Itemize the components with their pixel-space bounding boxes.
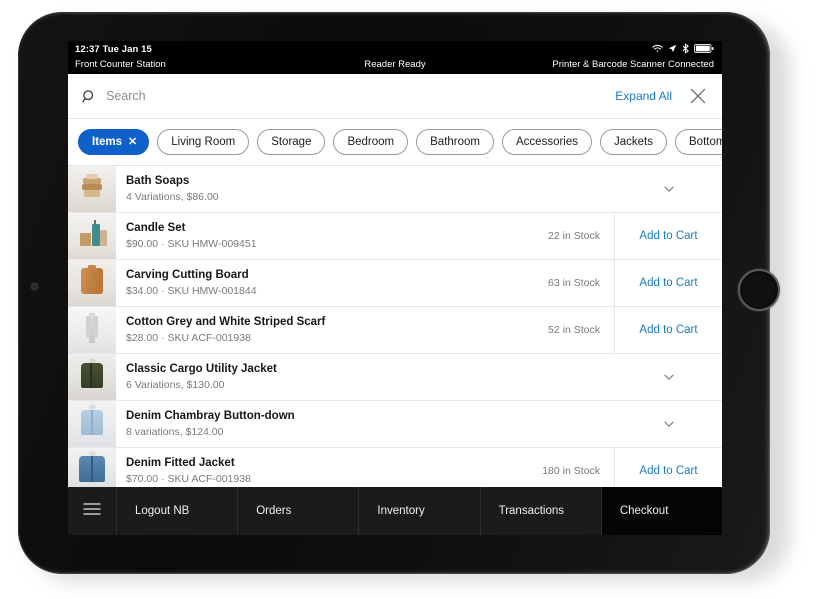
cutting-board-thumbnail <box>68 260 116 306</box>
thumbnail-shape <box>84 190 100 197</box>
item-name: Denim Fitted Jacket <box>126 456 235 469</box>
item-subtitle: $90.00 · SKU HMW-009451 <box>126 238 257 251</box>
table-row[interactable]: Candle Set $90.00 · SKU HMW-009451 22 in S… <box>68 213 722 260</box>
peripheral-status-label: Printer & Barcode Scanner Connected <box>552 59 714 70</box>
nav-item-logout-nb[interactable]: Logout NB <box>117 487 239 535</box>
thumbnail-shape <box>80 233 91 246</box>
chevron-down-icon[interactable] <box>615 354 722 400</box>
thumbnail-shape <box>94 316 98 338</box>
add-to-cart-button[interactable]: Add to Cart <box>614 213 722 259</box>
close-icon[interactable] <box>688 86 708 106</box>
item-name: Cotton Grey and White Striped Scarf <box>126 315 326 328</box>
stock-count: 52 in Stock <box>548 324 600 336</box>
item-name: Bath Soaps <box>126 174 190 187</box>
nav-item-orders[interactable]: Orders <box>238 487 360 535</box>
thumbnail-shape <box>86 316 90 338</box>
bluetooth-icon <box>682 43 689 54</box>
table-row[interactable]: Denim Chambray Button-down 8 variations, … <box>68 401 722 448</box>
nav-item-checkout[interactable]: Checkout <box>601 487 722 535</box>
item-details: Carving Cutting Board $34.00 · SKU HMW-00… <box>116 260 478 306</box>
bath-soaps-thumbnail <box>68 166 116 212</box>
filter-chip-bathroom[interactable]: Bathroom <box>416 129 494 155</box>
thumbnail-shape <box>100 230 107 246</box>
item-subtitle: 4 Variations, $86.00 <box>126 191 219 204</box>
add-to-cart-button[interactable]: Add to Cart <box>614 260 722 306</box>
filter-chip-bedroom[interactable]: Bedroom <box>333 129 409 155</box>
item-details: Cotton Grey and White Striped Scarf $28.0… <box>116 307 478 353</box>
item-subtitle: 8 variations, $124.00 <box>126 426 224 439</box>
thumbnail-shape <box>94 220 96 225</box>
status-bar: 12:37 Tue Jan 15 Front Counter Station R… <box>68 41 722 74</box>
stock-count: 63 in Stock <box>548 277 600 289</box>
status-bar-icons <box>652 43 714 54</box>
thumbnail-shape <box>81 268 103 294</box>
chevron-down-icon[interactable] <box>615 401 722 447</box>
candle-set-thumbnail <box>68 213 116 259</box>
status-bar-time: 12:37 Tue Jan 15 <box>75 44 152 55</box>
chevron-down-icon[interactable] <box>615 166 722 212</box>
nav-item-inventory[interactable]: Inventory <box>359 487 481 535</box>
filter-chip-label: Storage <box>271 136 312 148</box>
thumbnail-shape <box>92 224 100 246</box>
filter-chip-label: Bottoms <box>689 136 722 148</box>
home-button[interactable] <box>738 269 780 311</box>
add-to-cart-button[interactable]: Add to Cart <box>614 307 722 353</box>
item-subtitle: 6 Variations, $130.00 <box>126 379 225 392</box>
thumbnail-shape <box>91 410 93 435</box>
thumbnail-shape <box>86 174 98 179</box>
thumbnail-shape <box>90 363 92 388</box>
thumbnail-shape <box>88 265 96 270</box>
nav-item-transactions[interactable]: Transactions <box>481 487 602 535</box>
filter-chip-label: Bedroom <box>347 136 395 148</box>
stock-count: 22 in Stock <box>548 230 600 242</box>
filter-chip-remove-icon[interactable]: ✕ <box>128 136 137 148</box>
hamburger-menu-icon <box>83 502 101 521</box>
filter-chip-accessories[interactable]: Accessories <box>502 129 592 155</box>
item-subtitle: $34.00 · SKU HMW-001844 <box>126 285 257 298</box>
item-name: Classic Cargo Utility Jacket <box>126 362 277 375</box>
item-details: Classic Cargo Utility Jacket 6 Variations… <box>116 354 615 400</box>
item-name: Carving Cutting Board <box>126 268 249 281</box>
thumbnail-shape <box>91 456 93 482</box>
search-bar: Expand All <box>68 74 722 119</box>
hamburger-menu-button[interactable] <box>68 487 117 535</box>
item-subtitle: $70.00 · SKU ACF-001938 <box>126 473 251 486</box>
item-details: Bath Soaps 4 Variations, $86.00 <box>116 166 615 212</box>
bottom-navigation: Logout NB Orders Inventory Transactions Chec… <box>68 487 722 535</box>
tablet-screen: 12:37 Tue Jan 15 Front Counter Station R… <box>68 41 722 535</box>
filter-chip-label: Accessories <box>516 136 578 148</box>
search-input[interactable] <box>106 89 616 103</box>
filter-chip-label: Items <box>92 136 123 148</box>
expand-all-button[interactable]: Expand All <box>615 89 672 103</box>
item-name: Candle Set <box>126 221 186 234</box>
front-camera-icon <box>31 283 38 290</box>
chambray-shirt-thumbnail <box>68 401 116 447</box>
wifi-icon <box>652 44 663 53</box>
filter-chip-items[interactable]: Items ✕ <box>78 129 150 155</box>
cargo-jacket-thumbnail <box>68 354 116 400</box>
item-list: Bath Soaps 4 Variations, $86.00 Candle Set… <box>68 166 722 494</box>
thumbnail-shape <box>81 363 103 388</box>
table-row[interactable]: Carving Cutting Board $34.00 · SKU HMW-00… <box>68 260 722 307</box>
filter-chip-living-room[interactable]: Living Room <box>157 129 250 155</box>
table-row[interactable]: Cotton Grey and White Striped Scarf $28.0… <box>68 307 722 354</box>
filter-chip-jackets[interactable]: Jackets <box>600 129 667 155</box>
table-row[interactable]: Bath Soaps 4 Variations, $86.00 <box>68 166 722 213</box>
filter-chip-storage[interactable]: Storage <box>257 129 326 155</box>
item-name: Denim Chambray Button-down <box>126 409 295 422</box>
filter-chip-label: Living Room <box>171 136 236 148</box>
filter-chip-bottoms[interactable]: Bottoms <box>675 129 722 155</box>
location-arrow-icon <box>668 44 677 53</box>
item-details: Denim Chambray Button-down 8 variations, … <box>116 401 615 447</box>
item-details: Candle Set $90.00 · SKU HMW-009451 <box>116 213 478 259</box>
search-icon <box>82 89 97 104</box>
battery-icon <box>694 44 714 53</box>
item-subtitle: $28.00 · SKU ACF-001938 <box>126 332 251 345</box>
table-row[interactable]: Classic Cargo Utility Jacket 6 Variations… <box>68 354 722 401</box>
filter-chip-label: Jackets <box>614 136 653 148</box>
striped-scarf-thumbnail <box>68 307 116 353</box>
screenshot-root: 12:37 Tue Jan 15 Front Counter Station R… <box>0 0 816 599</box>
filter-chip-row: Items ✕ Living Room Storage Bedroom Bathroom A… <box>68 119 722 166</box>
filter-chip-label: Bathroom <box>430 136 480 148</box>
